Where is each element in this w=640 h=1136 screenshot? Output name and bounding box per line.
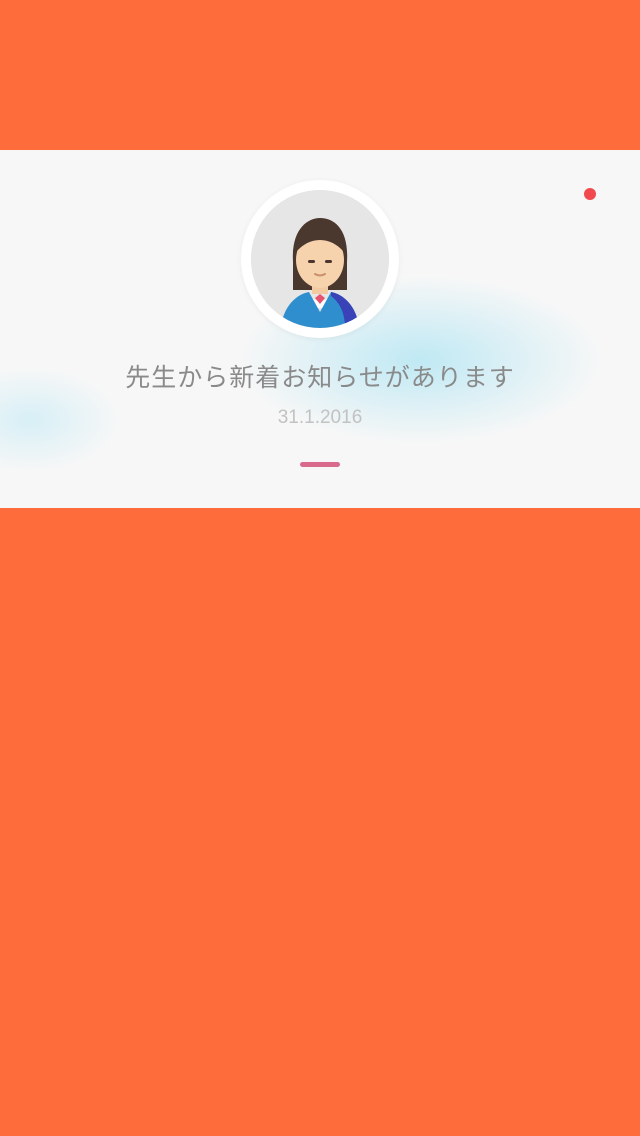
notification-date: 31.1.2016	[277, 407, 363, 428]
unread-dot-icon	[584, 188, 596, 200]
notification-card[interactable]: 先生から新着お知らせがあります 31.1.2016	[0, 150, 640, 508]
notification-title: 先生から新着お知らせがあります	[125, 363, 515, 392]
page-indicator	[300, 462, 340, 467]
avatar-ring	[241, 180, 399, 338]
teacher-avatar-icon	[251, 190, 389, 328]
screen-background: 先生から新着お知らせがあります 31.1.2016	[0, 0, 640, 1136]
